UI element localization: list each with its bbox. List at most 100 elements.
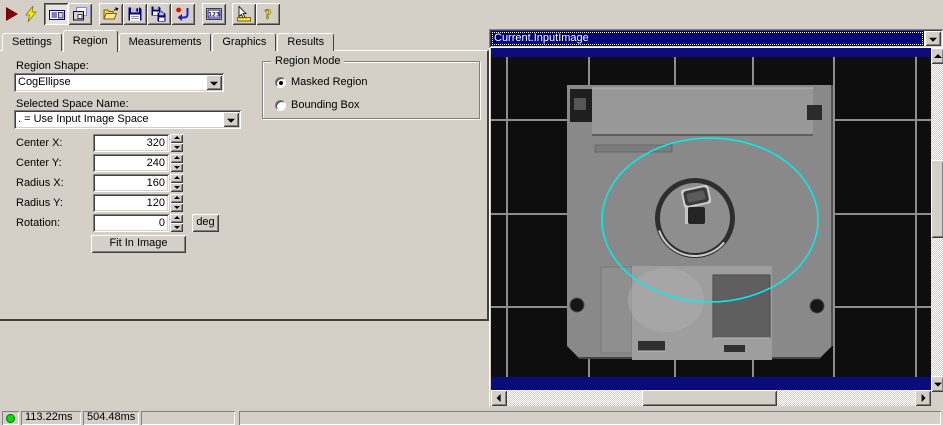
show-image-display-button[interactable] xyxy=(44,3,68,25)
chevron-up-icon xyxy=(173,196,180,199)
float-display-icon xyxy=(73,7,87,21)
arrow-up-icon xyxy=(933,54,942,58)
save-button[interactable] xyxy=(123,3,147,25)
open-folder-icon xyxy=(103,7,119,20)
region-tab-page: Region Shape: CogEllipse Selected Space … xyxy=(0,50,489,321)
bounding-box-label: Bounding Box xyxy=(291,99,360,111)
fit-in-image-button[interactable]: Fit In Image xyxy=(91,235,186,253)
region-shape-label: Region Shape: xyxy=(16,60,89,72)
rotation-label: Rotation: xyxy=(16,217,61,229)
lightning-icon xyxy=(25,6,37,22)
tab-graphics[interactable]: Graphics xyxy=(212,33,277,51)
image-selector-dropdown-button[interactable] xyxy=(925,31,941,46)
help-button[interactable]: ? xyxy=(256,3,280,25)
chevron-down-icon xyxy=(227,118,235,123)
rotation-stepper[interactable] xyxy=(170,214,183,232)
region-shape-dropdown-button[interactable] xyxy=(206,75,222,90)
svg-text:123: 123 xyxy=(208,11,220,19)
spin-up-button[interactable] xyxy=(170,214,183,223)
spin-down-button[interactable] xyxy=(170,163,183,172)
status-panel-empty-2 xyxy=(239,411,941,425)
image-display[interactable] xyxy=(489,48,943,406)
image-selector-value: Current.InputImage xyxy=(491,31,924,46)
open-file-button[interactable] xyxy=(99,3,123,25)
chevron-down-icon xyxy=(173,226,180,229)
position-tool-button[interactable] xyxy=(232,3,256,25)
scroll-up-button[interactable] xyxy=(931,48,943,64)
electric-run-button[interactable] xyxy=(20,3,42,25)
center-y-field[interactable] xyxy=(93,154,169,172)
bounding-box-radio[interactable]: Bounding Box xyxy=(275,99,360,111)
spin-down-button[interactable] xyxy=(170,223,183,232)
chevron-down-icon xyxy=(210,81,218,86)
show-values-button[interactable]: 123 xyxy=(202,3,226,25)
center-y-stepper[interactable] xyxy=(170,154,183,172)
radius-y-label: Radius Y: xyxy=(16,197,63,209)
chevron-down-icon xyxy=(173,146,180,149)
tab-results[interactable]: Results xyxy=(277,33,335,51)
spin-up-button[interactable] xyxy=(170,174,183,183)
chevron-up-icon xyxy=(173,176,180,179)
radius-y-stepper[interactable] xyxy=(170,194,183,212)
spin-up-button[interactable] xyxy=(170,134,183,143)
radius-x-field[interactable] xyxy=(93,174,169,192)
chevron-up-icon xyxy=(173,216,180,219)
masked-region-label: Masked Region xyxy=(291,76,368,88)
arrow-down-icon xyxy=(933,382,942,387)
region-shape-value: CogEllipse xyxy=(18,76,71,88)
deg-units-button[interactable]: deg xyxy=(192,214,219,232)
horizontal-scroll-thumb[interactable] xyxy=(642,390,777,406)
radius-x-label: Radius X: xyxy=(16,177,64,189)
float-image-display-button[interactable] xyxy=(68,3,92,25)
radius-y-field[interactable] xyxy=(93,194,169,212)
tab-strip: Settings Region Measurements Graphics Re… xyxy=(2,29,335,52)
center-x-stepper[interactable] xyxy=(170,134,183,152)
scrollbar-corner xyxy=(931,392,943,406)
svg-text:?: ? xyxy=(264,7,272,22)
chevron-down-icon xyxy=(173,166,180,169)
reset-button[interactable] xyxy=(171,3,195,25)
space-name-combo[interactable]: . = Use Input Image Space xyxy=(14,110,241,129)
total-time-panel: 504.48ms xyxy=(83,411,139,425)
pointer-ruler-icon xyxy=(237,6,251,22)
input-image[interactable] xyxy=(491,48,931,390)
spin-down-button[interactable] xyxy=(170,203,183,212)
help-icon: ? xyxy=(264,7,272,22)
tab-measurements[interactable]: Measurements xyxy=(118,33,212,51)
spin-up-button[interactable] xyxy=(170,154,183,163)
vertical-scrollbar[interactable] xyxy=(931,48,943,392)
region-shape-combo[interactable]: CogEllipse xyxy=(14,73,224,92)
spin-down-button[interactable] xyxy=(170,143,183,152)
status-bar: 113.22ms 504.48ms xyxy=(0,410,943,425)
chevron-down-icon xyxy=(173,206,180,209)
spin-up-button[interactable] xyxy=(170,194,183,203)
chevron-up-icon xyxy=(173,136,180,139)
region-mode-group: Region Mode Masked Region Bounding Box xyxy=(262,55,480,119)
vertical-scroll-thumb[interactable] xyxy=(931,160,943,238)
rotation-field[interactable] xyxy=(93,214,169,232)
running-indicator-led xyxy=(6,414,15,423)
space-name-dropdown-button[interactable] xyxy=(223,112,239,127)
chevron-down-icon xyxy=(929,37,937,42)
radius-x-stepper[interactable] xyxy=(170,174,183,192)
save-image-button[interactable] xyxy=(147,3,171,25)
tab-settings[interactable]: Settings xyxy=(2,33,62,51)
center-y-label: Center Y: xyxy=(16,157,62,169)
image-selector-combo[interactable]: Current.InputImage xyxy=(489,29,943,48)
status-panel-empty-1 xyxy=(141,411,235,425)
scroll-left-button[interactable] xyxy=(491,390,507,406)
image-display-icon xyxy=(49,10,65,20)
scroll-right-button[interactable] xyxy=(915,390,931,406)
region-mode-title: Region Mode xyxy=(271,55,345,67)
center-x-field[interactable] xyxy=(93,134,169,152)
run-icon xyxy=(6,7,18,21)
center-x-label: Center X: xyxy=(16,137,63,149)
save-image-icon xyxy=(151,6,166,22)
vision-tool-edit-window: 123 ? Settings Region Measurements Graph… xyxy=(0,0,943,425)
scroll-down-button[interactable] xyxy=(931,376,943,392)
spin-down-button[interactable] xyxy=(170,183,183,192)
space-name-label: Selected Space Name: xyxy=(16,98,129,110)
tab-region[interactable]: Region xyxy=(62,30,118,52)
horizontal-scrollbar[interactable] xyxy=(491,390,931,406)
masked-region-radio[interactable]: Masked Region xyxy=(275,76,367,88)
